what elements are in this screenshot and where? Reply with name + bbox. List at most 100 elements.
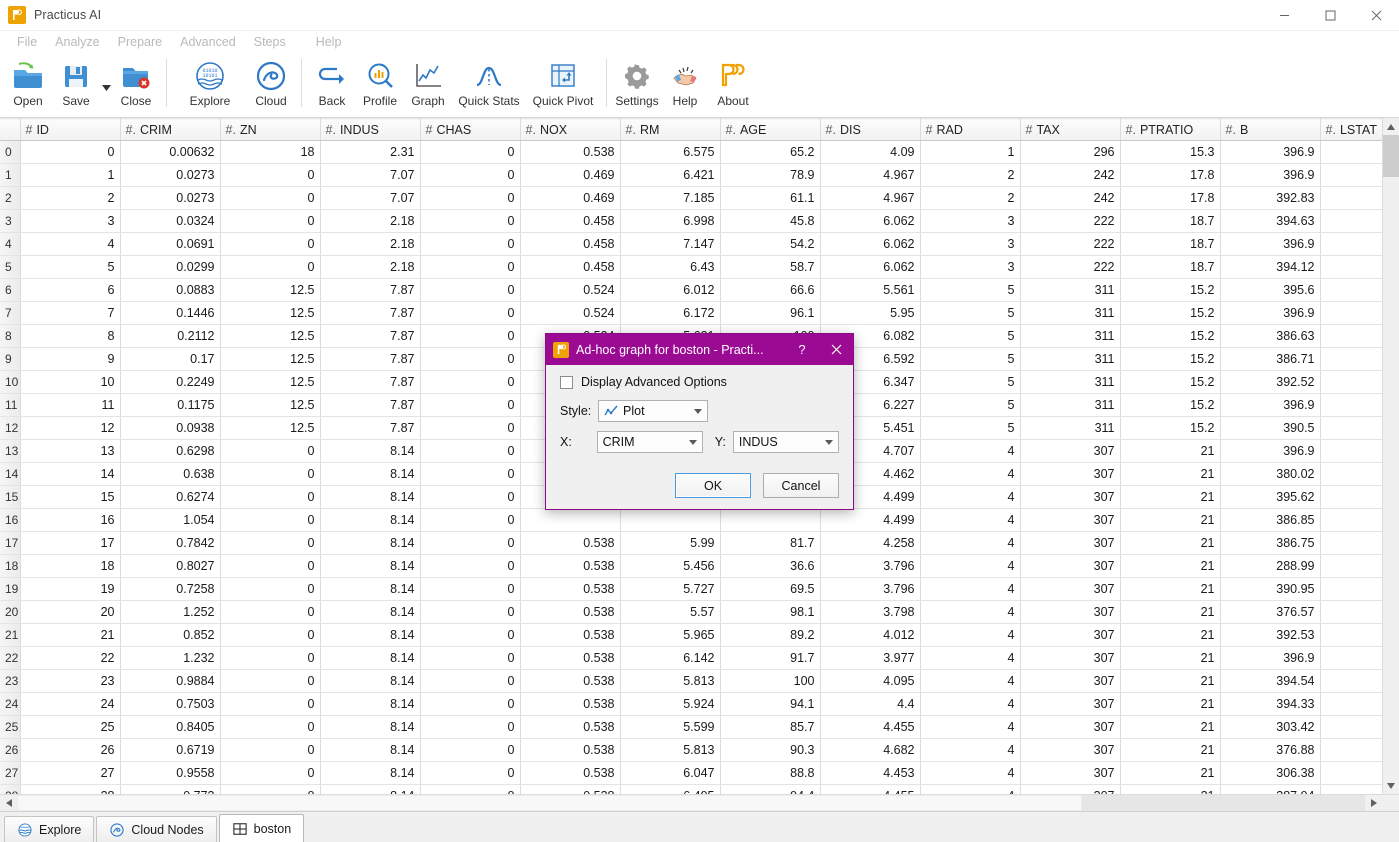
row-header[interactable]: 1	[0, 164, 20, 187]
table-row[interactable]: 000.00632182.3100.5386.57565.24.09129615…	[0, 141, 1382, 164]
menu-item-advanced[interactable]: Advanced	[171, 33, 245, 51]
cell-zn[interactable]: 12.5	[220, 325, 320, 348]
table-row[interactable]: 110.027307.0700.4696.42178.94.967224217.…	[0, 164, 1382, 187]
row-header[interactable]: 9	[0, 348, 20, 371]
cell-lstat[interactable]	[1320, 486, 1382, 509]
cell-b[interactable]: 386.75	[1220, 532, 1320, 555]
cell-b[interactable]: 390.95	[1220, 578, 1320, 601]
cell-ptratio[interactable]: 21	[1120, 693, 1220, 716]
cell-age[interactable]: 94.4	[720, 785, 820, 795]
table-row[interactable]: 27270.955808.1400.5386.04788.84.45343072…	[0, 762, 1382, 785]
cell-b[interactable]: 390.5	[1220, 417, 1320, 440]
cell-b[interactable]: 392.53	[1220, 624, 1320, 647]
row-header[interactable]: 0	[0, 141, 20, 164]
cell-ptratio[interactable]: 17.8	[1120, 187, 1220, 210]
dialog-help-button[interactable]: ?	[785, 334, 819, 365]
row-header[interactable]: 14	[0, 463, 20, 486]
cell-rad[interactable]: 3	[920, 233, 1020, 256]
cell-crim[interactable]: 0.638	[120, 463, 220, 486]
cell-dis[interactable]: 3.798	[820, 601, 920, 624]
menu-item-file[interactable]: File	[8, 33, 46, 51]
cell-lstat[interactable]	[1320, 141, 1382, 164]
cell-dis[interactable]: 4.455	[820, 716, 920, 739]
cell-b[interactable]: 392.52	[1220, 371, 1320, 394]
cell-lstat[interactable]	[1320, 509, 1382, 532]
cell-dis[interactable]: 6.062	[820, 210, 920, 233]
cell-id[interactable]: 13	[20, 440, 120, 463]
cell-crim[interactable]: 0.0324	[120, 210, 220, 233]
cell-rm[interactable]: 6.575	[620, 141, 720, 164]
cell-rad[interactable]: 5	[920, 279, 1020, 302]
cell-ptratio[interactable]: 18.7	[1120, 256, 1220, 279]
cell-rm[interactable]: 7.185	[620, 187, 720, 210]
cell-b[interactable]: 395.62	[1220, 486, 1320, 509]
cell-age[interactable]: 58.7	[720, 256, 820, 279]
cell-chas[interactable]: 0	[420, 509, 520, 532]
cell-rm[interactable]: 7.147	[620, 233, 720, 256]
cell-lstat[interactable]	[1320, 463, 1382, 486]
cell-dis[interactable]: 4.012	[820, 624, 920, 647]
row-header[interactable]: 16	[0, 509, 20, 532]
cell-zn[interactable]: 12.5	[220, 348, 320, 371]
cell-dis[interactable]: 6.062	[820, 256, 920, 279]
cell-age[interactable]: 61.1	[720, 187, 820, 210]
cell-chas[interactable]: 0	[420, 670, 520, 693]
scroll-right-arrow-icon[interactable]	[1365, 795, 1382, 811]
cell-tax[interactable]: 307	[1020, 555, 1120, 578]
cell-zn[interactable]: 0	[220, 463, 320, 486]
cell-zn[interactable]: 0	[220, 739, 320, 762]
cell-crim[interactable]: 0.773	[120, 785, 220, 795]
cell-age[interactable]: 88.8	[720, 762, 820, 785]
cell-rm[interactable]: 6.047	[620, 762, 720, 785]
tab-explore[interactable]: Explore	[4, 816, 94, 842]
cell-dis[interactable]: 3.796	[820, 578, 920, 601]
column-header-crim[interactable]: #.CRIM	[120, 119, 220, 141]
cell-lstat[interactable]	[1320, 371, 1382, 394]
cell-zn[interactable]: 12.5	[220, 279, 320, 302]
cell-ptratio[interactable]: 15.3	[1120, 141, 1220, 164]
cell-tax[interactable]: 242	[1020, 187, 1120, 210]
table-row[interactable]: 770.144612.57.8700.5246.17296.15.9553111…	[0, 302, 1382, 325]
cell-id[interactable]: 24	[20, 693, 120, 716]
cell-rad[interactable]: 4	[920, 486, 1020, 509]
toolbar-button-close[interactable]: Close	[112, 55, 160, 115]
cell-rm[interactable]: 5.57	[620, 601, 720, 624]
row-header[interactable]: 17	[0, 532, 20, 555]
table-row[interactable]: 26260.671908.1400.5385.81390.34.68243072…	[0, 739, 1382, 762]
cell-crim[interactable]: 0.7503	[120, 693, 220, 716]
cell-tax[interactable]: 307	[1020, 762, 1120, 785]
column-header-dis[interactable]: #.DIS	[820, 119, 920, 141]
cell-rm[interactable]: 5.456	[620, 555, 720, 578]
column-header-lstat[interactable]: #.LSTAT	[1320, 119, 1382, 141]
cell-rad[interactable]: 2	[920, 187, 1020, 210]
cell-chas[interactable]: 0	[420, 348, 520, 371]
cell-crim[interactable]: 0.0273	[120, 187, 220, 210]
table-row[interactable]: 28280.77308.1400.5386.49594.44.455430721…	[0, 785, 1382, 795]
cell-chas[interactable]: 0	[420, 785, 520, 795]
cell-lstat[interactable]	[1320, 325, 1382, 348]
cell-indus[interactable]: 7.87	[320, 325, 420, 348]
cell-tax[interactable]: 307	[1020, 670, 1120, 693]
cell-chas[interactable]: 0	[420, 302, 520, 325]
cell-tax[interactable]: 242	[1020, 164, 1120, 187]
cell-chas[interactable]: 0	[420, 647, 520, 670]
cell-zn[interactable]: 0	[220, 555, 320, 578]
cell-age[interactable]: 65.2	[720, 141, 820, 164]
cell-rad[interactable]: 4	[920, 509, 1020, 532]
cell-tax[interactable]: 311	[1020, 371, 1120, 394]
cell-id[interactable]: 0	[20, 141, 120, 164]
cell-ptratio[interactable]: 15.2	[1120, 325, 1220, 348]
cell-id[interactable]: 26	[20, 739, 120, 762]
toolbar-button-save[interactable]: Save	[52, 55, 100, 115]
cell-lstat[interactable]	[1320, 187, 1382, 210]
cell-lstat[interactable]	[1320, 601, 1382, 624]
cell-nox[interactable]: 0.524	[520, 302, 620, 325]
cell-crim[interactable]: 0.7842	[120, 532, 220, 555]
style-select[interactable]: Plot	[598, 400, 708, 422]
save-dropdown-caret-icon[interactable]	[100, 55, 112, 115]
row-header[interactable]: 22	[0, 647, 20, 670]
cell-ptratio[interactable]: 21	[1120, 486, 1220, 509]
cell-zn[interactable]: 0	[220, 647, 320, 670]
cell-chas[interactable]: 0	[420, 256, 520, 279]
cell-indus[interactable]: 8.14	[320, 555, 420, 578]
